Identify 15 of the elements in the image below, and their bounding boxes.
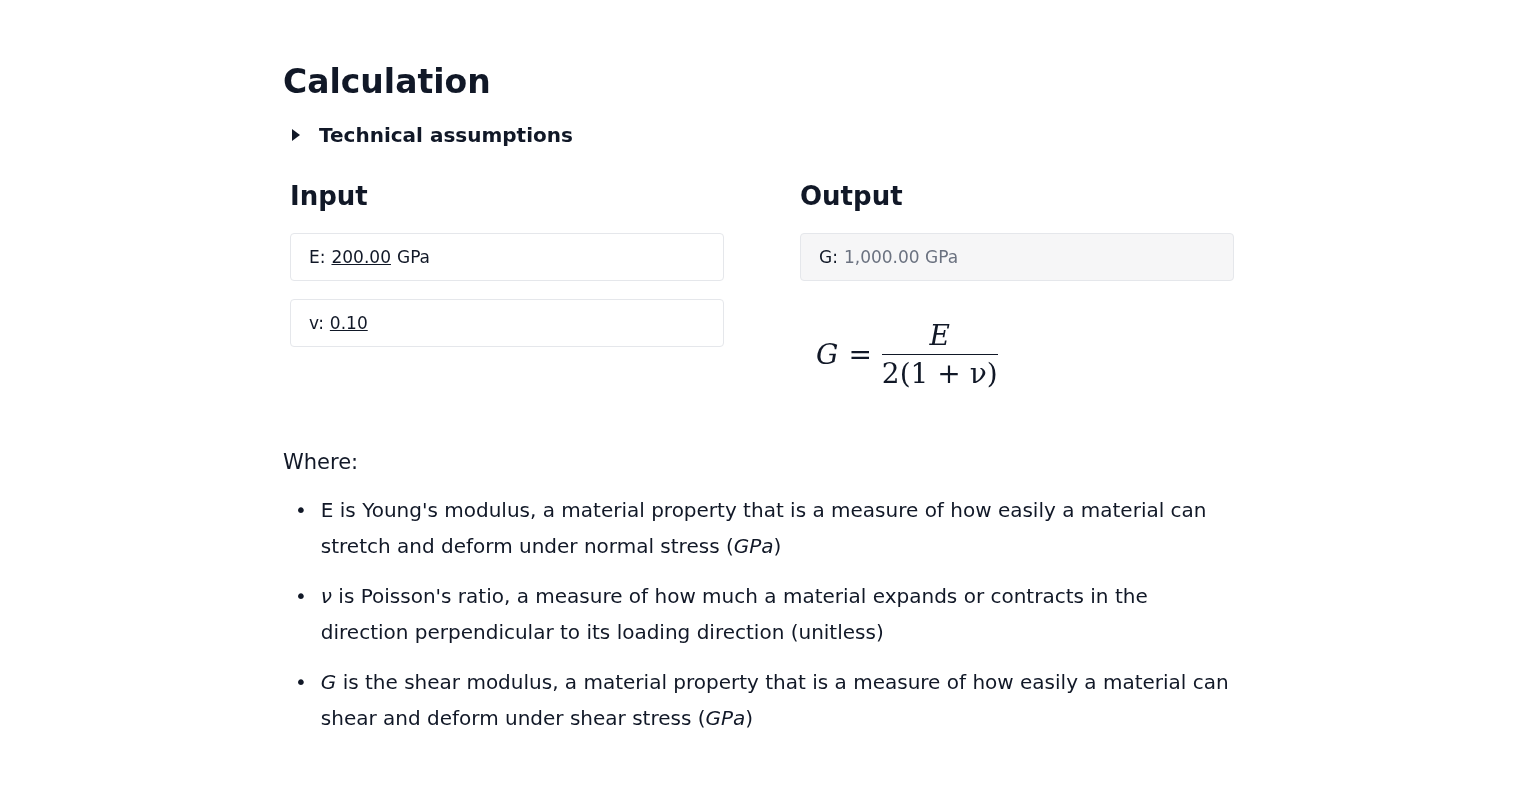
input-heading: Input	[290, 181, 369, 211]
bullet: •	[295, 497, 307, 524]
definition-text: E is Young's modulus, a material property that is a measure of how easily a material can stretch and deform under normal stress (GPa)	[320, 497, 1208, 560]
assumptions-toggle[interactable]: Technical assumptions	[283, 123, 573, 147]
definition-text: ν is Poisson's ratio, a measure of how much a material expands or contracts in the direction perpendicular to its loading direction (unitless)	[320, 583, 1149, 646]
input-field[interactable]: E: 200.00 GPa	[290, 233, 724, 281]
caret-icon	[291, 128, 301, 142]
definition-text: G is the shear modulus, a material property that is a measure of how easily a material can shear and deform under shear stress (GPa)	[320, 669, 1230, 732]
bullet: •	[295, 583, 307, 610]
page-title: Calculation	[283, 62, 492, 101]
input-field[interactable]: v: 0.10	[290, 299, 724, 347]
output-heading: Output	[800, 181, 904, 211]
where-label: Where:	[283, 450, 360, 474]
bullet: •	[295, 669, 307, 696]
output-field: G: 1,000.00 GPa	[800, 233, 1234, 281]
